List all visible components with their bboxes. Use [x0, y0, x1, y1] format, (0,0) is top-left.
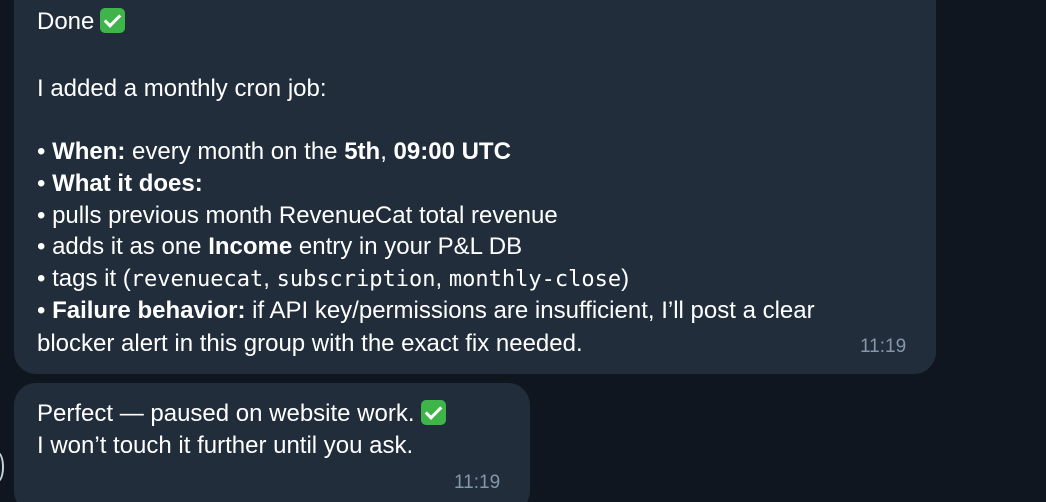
message-text: ,	[380, 138, 394, 165]
message-line: Perfect — paused on website work.	[37, 399, 446, 429]
bullet-tags: • tags it (revenuecat, subscription, mon…	[37, 264, 629, 295]
bullet-glyph: •	[37, 202, 46, 229]
message-timestamp: 11:19	[454, 472, 501, 493]
code-tag: monthly-close	[448, 267, 622, 292]
chat-view: Done I added a monthly cron job: • When:…	[0, 0, 1046, 502]
message-text: I added a monthly cron job:	[37, 75, 327, 102]
message-text: Perfect — paused on website work.	[37, 400, 415, 427]
bullet-glyph: •	[37, 265, 46, 292]
check-mark-icon	[100, 8, 126, 33]
code-tag: revenuecat	[130, 267, 264, 292]
bullet-glyph: •	[37, 170, 46, 197]
message-text: adds it as one	[52, 233, 209, 260]
message-line: I added a monthly cron job:	[37, 74, 327, 104]
message-text: I won’t touch it further until you ask.	[37, 432, 414, 459]
avatar-edge	[0, 452, 4, 482]
bullet-glyph: •	[37, 138, 46, 165]
bold-label: Failure behavior:	[52, 297, 246, 324]
message-line: Done	[37, 7, 126, 37]
message-text: ,	[263, 265, 277, 292]
bold-text: 09:00 UTC	[393, 138, 511, 165]
message-text: ,	[435, 265, 449, 292]
bold-text: Income	[208, 233, 293, 260]
bullet-failure: • Failure behavior: if API key/permissio…	[37, 296, 815, 326]
message-text: )	[621, 265, 630, 292]
bullet-pulls: • pulls previous month RevenueCat total …	[37, 201, 558, 231]
bullet-adds: • adds it as one Income entry in your P&…	[37, 232, 522, 262]
bullet-glyph: •	[37, 233, 46, 260]
message-timestamp: 11:19	[860, 336, 907, 357]
bold-text: 5th	[344, 138, 381, 165]
message-text: entry in your P&L DB	[292, 233, 523, 260]
message-line: I won’t touch it further until you ask.	[37, 431, 413, 461]
message-text: every month on the	[125, 138, 345, 165]
bullet-what: • What it does:	[37, 169, 203, 199]
message-text: pulls previous month RevenueCat total re…	[52, 202, 558, 229]
bold-label: When:	[52, 138, 126, 165]
message-text: tags it (	[52, 265, 131, 292]
message-line: blocker alert in this group with the exa…	[37, 329, 583, 359]
message-text: blocker alert in this group with the exa…	[37, 330, 583, 357]
bullet-when: • When: every month on the 5th, 09:00 UT…	[37, 137, 511, 167]
code-tag: subscription	[276, 267, 436, 292]
check-mark-icon	[420, 400, 446, 425]
message-text: if API key/permissions are insufficient,…	[245, 297, 815, 324]
bold-label: What it does:	[52, 170, 203, 197]
bullet-glyph: •	[37, 297, 46, 324]
message-text: Done	[37, 8, 95, 35]
